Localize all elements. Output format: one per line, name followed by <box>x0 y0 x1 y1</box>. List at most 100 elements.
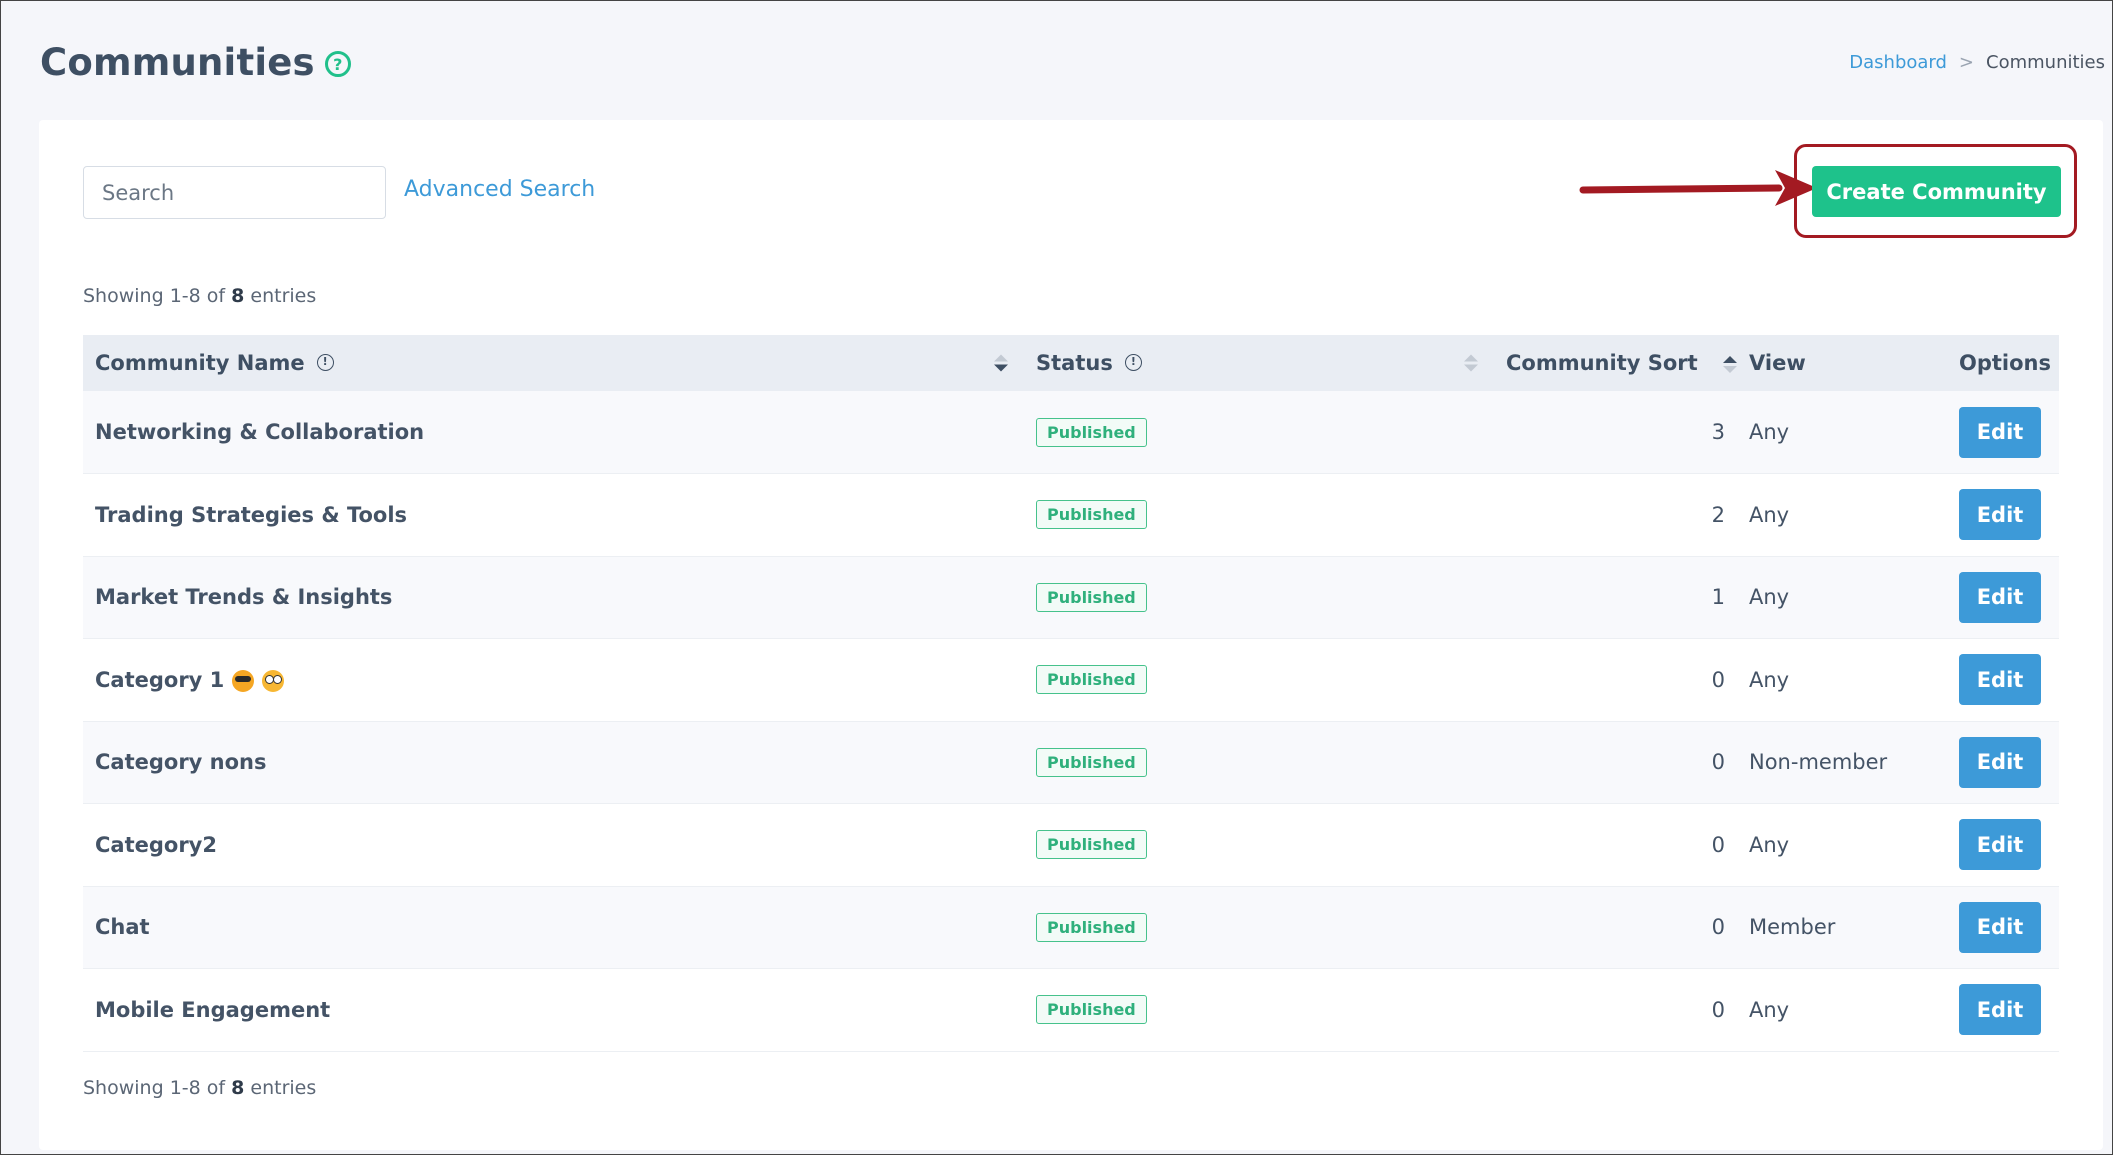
community-name-cell: Category 1 <box>83 639 1024 722</box>
community-sort-value: 0 <box>1711 667 1725 692</box>
silly-face-emoji <box>262 669 285 692</box>
options-cell: Edit <box>1947 721 2059 804</box>
community-sort-value: 0 <box>1711 750 1725 775</box>
status-cell: Published <box>1024 639 1494 722</box>
summary-prefix: Showing <box>83 1077 170 1099</box>
table-row: Trading Strategies & Tools Published 2 A… <box>83 473 2059 557</box>
summary-range: 1-8 <box>169 1077 201 1099</box>
status-badge: Published <box>1036 500 1147 530</box>
help-icon[interactable]: ? <box>324 51 351 77</box>
community-name-cell: Market Trends & Insights <box>83 556 1024 639</box>
table-row: Category nons Published 0 Non-member Edi… <box>83 721 2059 804</box>
status-badge: Published <box>1036 830 1147 860</box>
edit-button[interactable]: Edit <box>1959 984 2041 1036</box>
edit-button[interactable]: Edit <box>1959 489 2041 541</box>
status-cell: Published <box>1024 391 1494 474</box>
view-value: Member <box>1749 915 1836 940</box>
status-badge: Published <box>1036 747 1147 777</box>
table-row: Chat Published 0 Member Edit <box>83 886 2059 969</box>
community-sort-value: 0 <box>1711 915 1725 940</box>
view-value: Any <box>1749 585 1790 610</box>
community-name-cell: Category2 <box>83 804 1024 887</box>
info-icon: ! <box>1124 354 1142 371</box>
options-cell: Edit <box>1947 804 2059 887</box>
column-label: Status <box>1036 351 1113 375</box>
status-cell: Published <box>1024 474 1494 557</box>
breadcrumb-separator: > <box>1958 51 1975 73</box>
summary-total: 8 <box>231 285 245 307</box>
edit-button[interactable]: Edit <box>1959 654 2041 706</box>
view-value: Any <box>1749 667 1790 692</box>
edit-button[interactable]: Edit <box>1959 901 2041 953</box>
options-cell: Edit <box>1947 391 2059 474</box>
summary-prefix: Showing <box>83 285 170 307</box>
column-header-status[interactable]: Status! <box>1024 335 1494 391</box>
table-header-row: Community Name! Status! Community Sort V… <box>83 335 2059 391</box>
status-cell: Published <box>1024 969 1494 1052</box>
status-badge: Published <box>1036 417 1147 447</box>
page-header: Communities ? Dashboard > Communities <box>40 36 2105 88</box>
edit-button[interactable]: Edit <box>1959 406 2041 458</box>
status-cell: Published <box>1024 556 1494 639</box>
options-cell: Edit <box>1947 639 2059 722</box>
search-input[interactable] <box>83 166 386 219</box>
column-header-community-name[interactable]: Community Name! <box>83 335 1024 391</box>
community-name-cell: Mobile Engagement <box>83 969 1024 1052</box>
options-cell: Edit <box>1947 474 2059 557</box>
view-value: Any <box>1749 420 1790 444</box>
sort-icon[interactable] <box>1464 354 1478 372</box>
communities-card: Advanced Search Create Community Showing… <box>39 120 2103 1150</box>
breadcrumb-dashboard-link[interactable]: Dashboard <box>1849 52 1947 73</box>
summary-suffix: entries <box>244 285 317 307</box>
community-name: Category 1 <box>95 667 225 692</box>
pointer-arrow-icon <box>1579 170 1817 206</box>
options-cell: Edit <box>1947 969 2059 1052</box>
summary-suffix: entries <box>244 1077 317 1099</box>
status-badge: Published <box>1036 582 1147 612</box>
table-row: Category2 Published 0 Any Edit <box>83 803 2059 887</box>
community-name: Market Trends & Insights <box>95 585 393 610</box>
community-name: Chat <box>95 915 150 940</box>
title-group: Communities ? <box>40 41 351 84</box>
community-name: Trading Strategies & Tools <box>95 502 408 527</box>
sort-icon[interactable] <box>994 354 1008 372</box>
edit-button[interactable]: Edit <box>1959 819 2041 871</box>
community-name: Category nons <box>95 750 267 775</box>
page-title: Communities <box>40 40 315 84</box>
advanced-search-link[interactable]: Advanced Search <box>404 177 595 202</box>
column-label: Community Name <box>95 351 305 375</box>
options-cell: Edit <box>1947 886 2059 969</box>
table-row: Category 1 Published 0 Any Edit <box>83 638 2059 722</box>
sunglasses-emoji <box>232 669 255 692</box>
community-sort-value: 2 <box>1711 502 1725 527</box>
entries-summary-bottom: Showing 1-8 of 8 entries <box>83 1077 316 1099</box>
status-cell: Published <box>1024 886 1494 969</box>
sort-icon[interactable] <box>1723 355 1737 373</box>
column-label: Community Sort <box>1506 351 1698 375</box>
community-name: Category2 <box>95 832 217 857</box>
view-value: Any <box>1749 502 1790 527</box>
edit-button[interactable]: Edit <box>1959 571 2041 623</box>
create-community-button[interactable]: Create Community <box>1812 166 2061 217</box>
summary-range: 1-8 <box>169 285 201 307</box>
breadcrumb: Dashboard > Communities <box>1849 52 2105 73</box>
column-header-options: Options <box>1959 351 2051 375</box>
table-row: Market Trends & Insights Published 1 Any… <box>83 556 2059 639</box>
summary-total: 8 <box>231 1077 245 1099</box>
table-row: Networking & Collaboration Published 3 A… <box>83 391 2059 474</box>
community-sort-value: 1 <box>1711 585 1725 610</box>
view-value: Any <box>1749 832 1790 857</box>
edit-button[interactable]: Edit <box>1959 736 2041 788</box>
breadcrumb-current: Communities <box>1986 51 2105 73</box>
column-header-community-sort[interactable]: Community Sort <box>1494 335 1737 391</box>
community-sort-value: 0 <box>1711 997 1725 1022</box>
community-name: Networking & Collaboration <box>95 420 425 444</box>
community-name-cell: Chat <box>83 886 1024 969</box>
options-cell: Edit <box>1947 556 2059 639</box>
status-cell: Published <box>1024 804 1494 887</box>
status-cell: Published <box>1024 721 1494 804</box>
status-badge: Published <box>1036 665 1147 695</box>
entries-summary-top: Showing 1-8 of 8 entries <box>83 285 316 307</box>
community-name-cell: Category nons <box>83 721 1024 804</box>
table-row: Mobile Engagement Published 0 Any Edit <box>83 968 2059 1052</box>
